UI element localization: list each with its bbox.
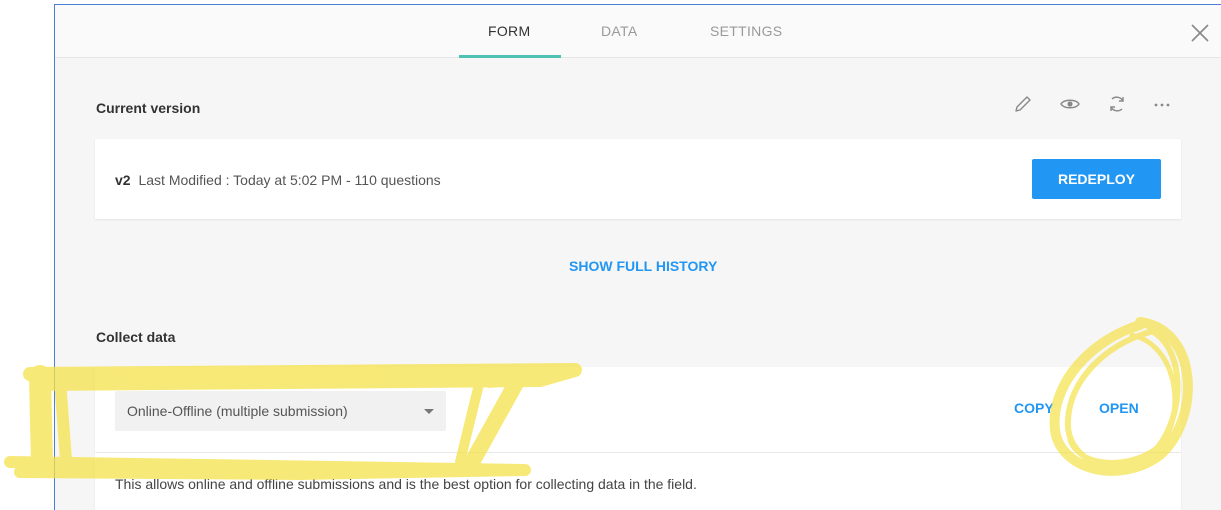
version-card: v2 Last Modified : Today at 5:02 PM - 11… [95,139,1181,219]
submission-mode-description: This allows online and offline submissio… [115,476,697,492]
project-modal: FORM DATA SETTINGS Current version v2 La… [54,4,1221,510]
version-info: v2 Last Modified : Today at 5:02 PM - 11… [115,172,441,188]
more-icon[interactable] [1151,93,1173,115]
refresh-icon[interactable] [1106,93,1128,115]
close-icon[interactable] [1188,21,1212,45]
copy-button[interactable]: COPY [1014,400,1054,416]
version-details: Last Modified : Today at 5:02 PM - 110 q… [138,172,441,188]
tab-bar: FORM DATA SETTINGS [55,5,1221,58]
eye-icon[interactable] [1059,93,1081,115]
tab-settings[interactable]: SETTINGS [710,23,782,39]
tab-form[interactable]: FORM [488,23,530,39]
chevron-down-icon [424,409,434,414]
redeploy-button[interactable]: REDEPLOY [1032,159,1161,199]
open-button[interactable]: OPEN [1099,400,1139,416]
active-tab-indicator [459,55,561,58]
pencil-icon[interactable] [1012,93,1034,115]
current-version-title: Current version [96,100,201,116]
submission-mode-select[interactable]: Online-Offline (multiple submission) [115,391,446,431]
show-full-history-link[interactable]: SHOW FULL HISTORY [569,258,717,274]
select-value: Online-Offline (multiple submission) [127,403,348,419]
version-number: v2 [115,172,131,188]
collect-data-title: Collect data [96,329,176,345]
tab-data[interactable]: DATA [601,23,637,39]
